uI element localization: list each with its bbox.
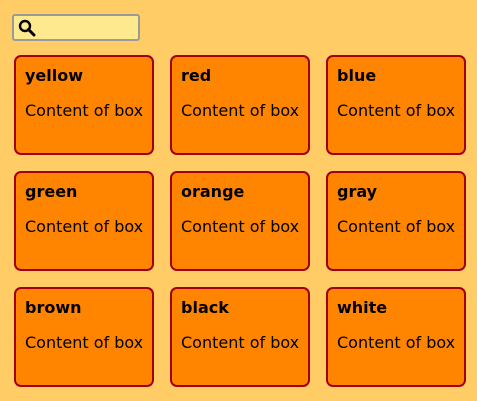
box-title: orange xyxy=(181,182,245,201)
box-content: Content of box xyxy=(337,101,456,120)
box-content: Content of box xyxy=(25,333,144,352)
box-content: Content of box xyxy=(181,217,300,236)
box-title: gray xyxy=(337,182,378,201)
box-title: brown xyxy=(25,298,82,317)
box-content: Content of box xyxy=(25,101,144,120)
box-title: blue xyxy=(337,66,377,85)
box-title: yellow xyxy=(25,66,84,85)
box-content: Content of box xyxy=(337,217,456,236)
search-icon xyxy=(18,19,36,37)
box-grid: yellow Content of box red Content of box… xyxy=(14,55,466,387)
search-input[interactable] xyxy=(38,18,134,37)
box-brown[interactable]: brown Content of box xyxy=(14,287,154,387)
box-black[interactable]: black Content of box xyxy=(170,287,310,387)
box-orange[interactable]: orange Content of box xyxy=(170,171,310,271)
box-content: Content of box xyxy=(25,217,144,236)
search-box[interactable] xyxy=(12,14,140,41)
box-red[interactable]: red Content of box xyxy=(170,55,310,155)
box-green[interactable]: green Content of box xyxy=(14,171,154,271)
box-content: Content of box xyxy=(181,101,300,120)
box-gray[interactable]: gray Content of box xyxy=(326,171,466,271)
box-yellow[interactable]: yellow Content of box xyxy=(14,55,154,155)
box-content: Content of box xyxy=(181,333,300,352)
box-title: white xyxy=(337,298,388,317)
box-white[interactable]: white Content of box xyxy=(326,287,466,387)
box-title: black xyxy=(181,298,229,317)
box-title: red xyxy=(181,66,212,85)
box-blue[interactable]: blue Content of box xyxy=(326,55,466,155)
box-title: green xyxy=(25,182,78,201)
box-content: Content of box xyxy=(337,333,456,352)
